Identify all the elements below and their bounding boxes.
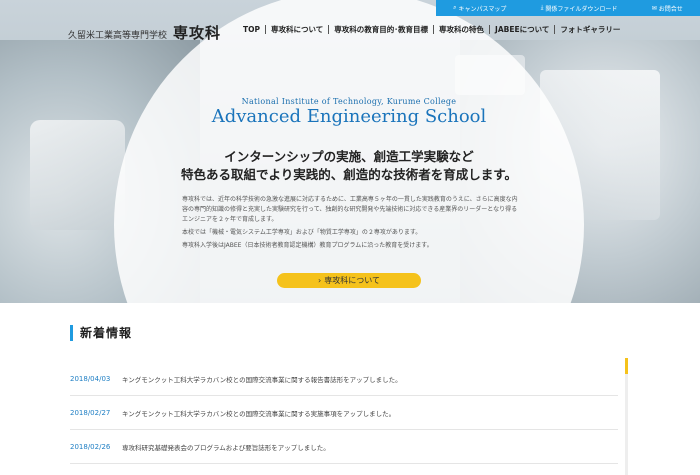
nav-item-jabee[interactable]: JABEEについて [489,25,554,34]
nav-item-top[interactable]: TOP [238,25,265,34]
news-title: 専攻科研究基礎発表会のプログラムおよび要旨誌形をアップしました。 [122,443,330,452]
chevron-right-icon: › [318,276,322,285]
file-download-link[interactable]: ⤓ 関係ファイルダウンロード [541,4,618,13]
news-list: 2018/04/03 キングモンクット工科大学ラカバン校との国際交流事業に関する… [70,362,618,464]
campus-map-link[interactable]: ⌕ キャンパスマップ [453,4,506,13]
nav-item-education-goals[interactable]: 専攻科の教育目的･教育目標 [328,25,433,34]
hero-catchphrase-line2: 特色ある取組でより実践的、創造的な技術者を育成します。 [180,167,517,182]
hero-english-title: Advanced Engineering School [211,106,487,127]
about-program-button[interactable]: › 専攻科について [277,273,421,288]
contact-link[interactable]: ✉ お問合せ [652,4,683,13]
news-title: キングモンクット工科大学ラカバン校との国際交流事業に関する報告書誌形をアップしま… [122,375,402,384]
download-icon: ⤓ [540,4,544,11]
hero-english-subtitle: National Institute of Technology, Kurume… [241,97,457,106]
hero-description-paragraph: 本校では「機械・電気システム工学専攻」および「物質工学専攻」の２専攻があります。 [182,229,422,236]
hero-catchphrase-line1: インターンシップの実施、創造工学実験など [224,149,474,164]
main-nav: TOP 専攻科について 専攻科の教育目的･教育目標 専攻科の特色 JABEEにつ… [238,25,625,34]
logo-title: 専攻科 [173,24,222,42]
news-heading: 新着情報 [70,325,132,341]
hero-description-paragraph: 専攻科入学後はJABEE（日本技術者教育認定機構）教育プログラムに沿った教育を受… [182,242,433,249]
news-date: 2018/02/26 [70,442,111,451]
news-date: 2018/02/27 [70,408,111,417]
hero-description: 専攻科では、近年の科学技術の急激な進展に対応するために、工業高専５ヶ年の一貫した… [182,195,522,254]
news-scrollbar-track[interactable] [625,362,628,475]
news-date: 2018/04/03 [70,374,111,383]
hero-description-paragraph: 専攻科では、近年の科学技術の急激な進展に対応するために、工業高専５ヶ年の一貫した… [182,196,518,223]
news-item[interactable]: 2018/02/26 専攻科研究基礎発表会のプログラムおよび要旨誌形をアップしま… [70,430,618,464]
search-icon: ⌕ [453,4,457,11]
microscope-image [30,120,125,230]
news-title: キングモンクット工科大学ラカバン校との国際交流事業に関する実施事項をアップしまし… [122,409,396,418]
campus-map-label: キャンパスマップ [458,5,507,13]
mail-icon: ✉ [651,4,657,12]
utility-bar: ⌕ キャンパスマップ ⤓ 関係ファイルダウンロード ✉ お問合せ [436,0,700,16]
news-scrollbar-thumb[interactable] [625,358,628,374]
contact-label: お問合せ [658,5,683,13]
news-item[interactable]: 2018/04/03 キングモンクット工科大学ラカバン校との国際交流事業に関する… [70,362,618,396]
nav-item-photo-gallery[interactable]: フォトギャラリー [554,25,625,34]
hero-catchphrase: インターンシップの実施、創造工学実験など 特色ある取組でより実践的、創造的な技術… [114,148,584,184]
file-download-label: 関係ファイルダウンロード [545,5,618,13]
nav-item-about[interactable]: 専攻科について [265,25,328,34]
nav-item-features[interactable]: 専攻科の特色 [433,25,489,34]
site-logo[interactable]: 久留米工業高等専門学校 専攻科 [68,22,221,43]
news-item[interactable]: 2018/02/27 キングモンクット工科大学ラカバン校との国際交流事業に関する… [70,396,618,430]
logo-school-name: 久留米工業高等専門学校 [68,31,168,41]
about-program-button-label: 専攻科について [324,276,380,285]
